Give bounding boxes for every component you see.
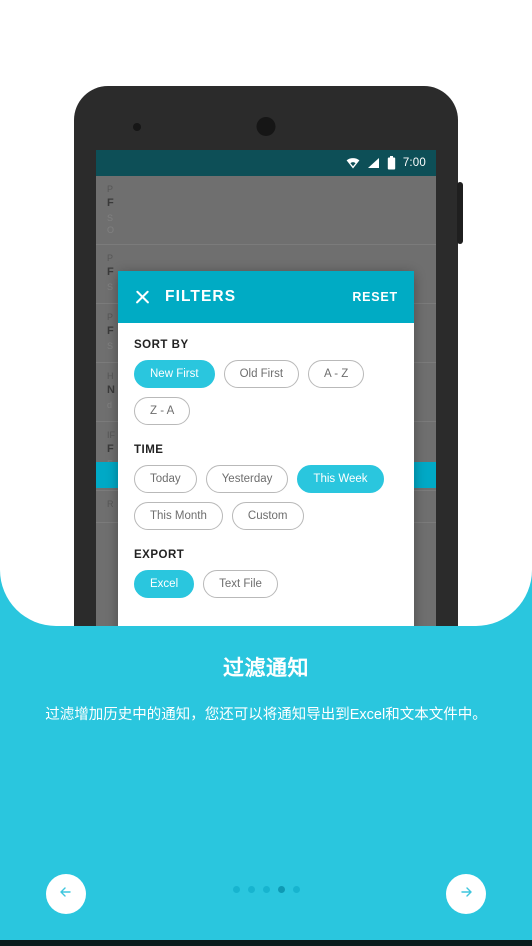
chip-excel[interactable]: Excel xyxy=(134,570,195,598)
phone-screen: 7:00 P F S O P F S P F S H N d IF F R FI… xyxy=(96,150,436,626)
system-bottom-bar xyxy=(0,940,532,946)
status-bar: 7:00 xyxy=(96,150,436,176)
list-item-title: F xyxy=(107,197,114,209)
export-chip-group: Excel Text File xyxy=(134,570,398,598)
section-time: TIME Today Yesterday This Week This Mont… xyxy=(134,444,398,530)
battery-icon xyxy=(387,156,396,170)
chip-old-first[interactable]: Old First xyxy=(223,360,300,388)
filters-sheet: FILTERS RESET SORT BY New First Old Firs… xyxy=(118,271,414,626)
page-title: 过滤通知 xyxy=(223,657,309,680)
page-dot[interactable] xyxy=(232,886,240,893)
chip-a-z[interactable]: A - Z xyxy=(308,360,365,388)
close-icon[interactable] xyxy=(134,289,151,306)
section-title: TIME xyxy=(134,444,164,456)
onboarding-nav xyxy=(0,860,532,946)
onboarding-screen: 7:00 P F S O P F S P F S H N d IF F R FI… xyxy=(0,0,532,946)
caption-block: 过滤通知 过滤增加历史中的通知，您还可以将通知导出到Excel和文本文件中。 xyxy=(0,626,532,726)
filters-header: FILTERS RESET xyxy=(118,271,414,323)
sort-by-chip-group: New First Old First A - Z Z - A xyxy=(134,360,398,425)
time-chip-group: Today Yesterday This Week This Month Cus… xyxy=(134,465,398,530)
power-button[interactable] xyxy=(457,182,463,244)
section-sort-by: SORT BY New First Old First A - Z Z - A xyxy=(134,339,398,425)
status-bar-clock: 7:00 xyxy=(402,157,426,169)
page-dot[interactable] xyxy=(247,886,255,893)
chip-yesterday[interactable]: Yesterday xyxy=(205,465,289,493)
section-title: EXPORT xyxy=(134,549,185,561)
arrow-right-icon xyxy=(456,882,476,907)
reset-button[interactable]: RESET xyxy=(352,290,398,304)
previous-button[interactable] xyxy=(46,874,86,914)
page-dot-active[interactable] xyxy=(277,886,285,893)
page-dot[interactable] xyxy=(262,886,270,893)
chip-text-file[interactable]: Text File xyxy=(203,570,278,598)
next-button[interactable] xyxy=(446,874,486,914)
front-camera-icon xyxy=(256,117,276,136)
proximity-sensor-icon xyxy=(133,123,141,131)
list-item-text: S xyxy=(107,213,114,223)
chip-this-week[interactable]: This Week xyxy=(297,465,384,493)
chip-new-first[interactable]: New First xyxy=(134,360,215,388)
page-description: 过滤增加历史中的通知，您还可以将通知导出到Excel和文本文件中。 xyxy=(45,707,487,723)
list-item-app: P xyxy=(107,184,114,194)
illustration-stage: 7:00 P F S O P F S P F S H N d IF F R FI… xyxy=(0,0,532,626)
chip-z-a[interactable]: Z - A xyxy=(134,397,191,425)
signal-icon xyxy=(367,157,380,169)
section-export: EXPORT Excel Text File xyxy=(134,549,398,598)
chip-this-month[interactable]: This Month xyxy=(134,502,223,530)
page-dot[interactable] xyxy=(292,886,300,893)
list-item-meta: O xyxy=(107,225,115,235)
list-item-app: P xyxy=(107,253,114,263)
filters-title: FILTERS xyxy=(165,288,237,305)
list-item: P F S O xyxy=(96,176,436,245)
wifi-icon xyxy=(346,157,360,169)
phone-mockup: 7:00 P F S O P F S P F S H N d IF F R FI… xyxy=(74,86,463,626)
section-title: SORT BY xyxy=(134,339,189,351)
filters-body: SORT BY New First Old First A - Z Z - A … xyxy=(118,323,414,598)
chip-custom[interactable]: Custom xyxy=(231,502,304,530)
chip-today[interactable]: Today xyxy=(134,465,197,493)
